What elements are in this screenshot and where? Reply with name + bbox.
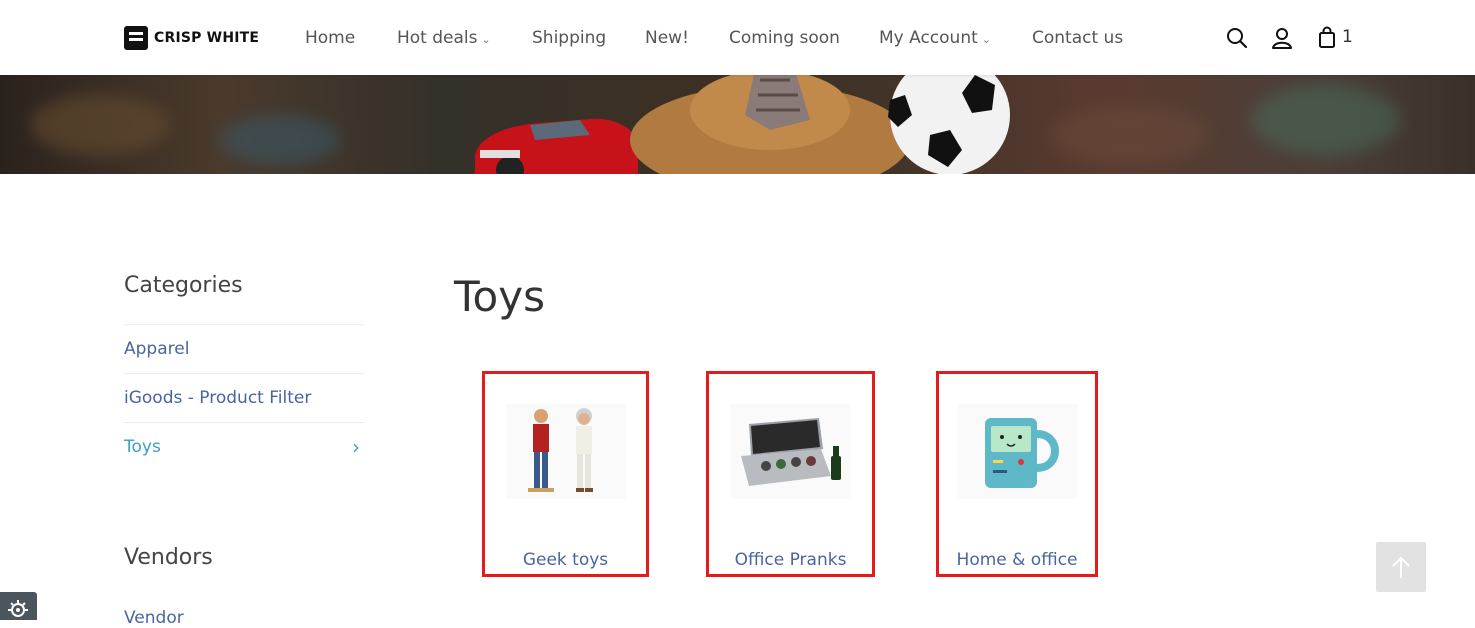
- logo-text: CRISP WHITE: [154, 30, 260, 46]
- toy-car-image: [475, 118, 638, 174]
- nav-home[interactable]: Home: [305, 26, 355, 50]
- chevron-down-icon: ⌄: [481, 33, 491, 46]
- sidebar-item-igoods-product-filter[interactable]: iGoods - Product Filter: [124, 373, 364, 422]
- chevron-right-icon: ›: [352, 435, 360, 459]
- sidebar-item-apparel[interactable]: Apparel: [124, 324, 364, 373]
- settings-button[interactable]: [0, 592, 37, 620]
- sidebar-vendor-link[interactable]: Vendor: [124, 608, 184, 628]
- categories-heading: Categories: [124, 273, 243, 298]
- mug-icon: [957, 404, 1077, 499]
- logo-icon: [124, 26, 148, 50]
- briefcase-icon: [730, 404, 851, 499]
- nav-label: Hot deals: [397, 28, 478, 48]
- search-icon[interactable]: [1225, 24, 1251, 52]
- nav-hot-deals[interactable]: Hot deals ⌄: [397, 26, 491, 52]
- chevron-down-icon: ⌄: [981, 33, 991, 46]
- cart-count: 1: [1342, 27, 1353, 47]
- soccer-ball-image: [888, 75, 1010, 174]
- logo[interactable]: CRISP WHITE: [124, 26, 259, 50]
- site-header: CRISP WHITE Home Hot deals ⌄ Shipping New…: [0, 0, 1475, 75]
- shopping-bag-icon[interactable]: [1314, 24, 1340, 52]
- subcategory-label: Geek toys: [522, 550, 609, 570]
- nav-label: Contact us: [1032, 28, 1124, 48]
- nav-label: New!: [645, 28, 689, 48]
- subcategory-tile-home-office[interactable]: Home & office: [936, 371, 1098, 577]
- nav-shipping[interactable]: Shipping: [532, 26, 606, 50]
- subcategory-label: Home & office: [956, 550, 1078, 570]
- nav-label: My Account: [879, 28, 978, 48]
- vendors-heading: Vendors: [124, 545, 213, 570]
- gear-icon: [8, 600, 28, 617]
- nav-label: Shipping: [532, 28, 607, 48]
- sidebar-item-label: Toys: [124, 437, 161, 457]
- page-title: Toys: [454, 272, 545, 321]
- nav-label: Coming soon: [729, 28, 840, 48]
- figurines-icon: [505, 404, 626, 499]
- nav-new[interactable]: New!: [645, 26, 689, 50]
- back-to-top-button[interactable]: [1376, 542, 1426, 592]
- nav-coming-soon[interactable]: Coming soon: [729, 26, 840, 50]
- sidebar-item-label: Apparel: [124, 339, 190, 359]
- user-icon[interactable]: [1269, 24, 1295, 52]
- subcategory-tile-geek-toys[interactable]: Geek toys: [482, 371, 649, 577]
- sidebar-item-label: iGoods - Product Filter: [124, 388, 312, 408]
- subcategory-label: Office Pranks: [734, 550, 847, 570]
- nav-my-account[interactable]: My Account ⌄: [879, 26, 991, 52]
- sidebar-item-toys[interactable]: Toys ›: [124, 422, 364, 471]
- arrow-up-icon: [1392, 556, 1410, 578]
- subcategory-tile-office-pranks[interactable]: Office Pranks: [706, 371, 875, 577]
- teddy-bear-image: [630, 75, 910, 174]
- category-banner: [0, 75, 1475, 174]
- nav-contact-us[interactable]: Contact us: [1032, 26, 1123, 50]
- nav-label: Home: [305, 28, 356, 48]
